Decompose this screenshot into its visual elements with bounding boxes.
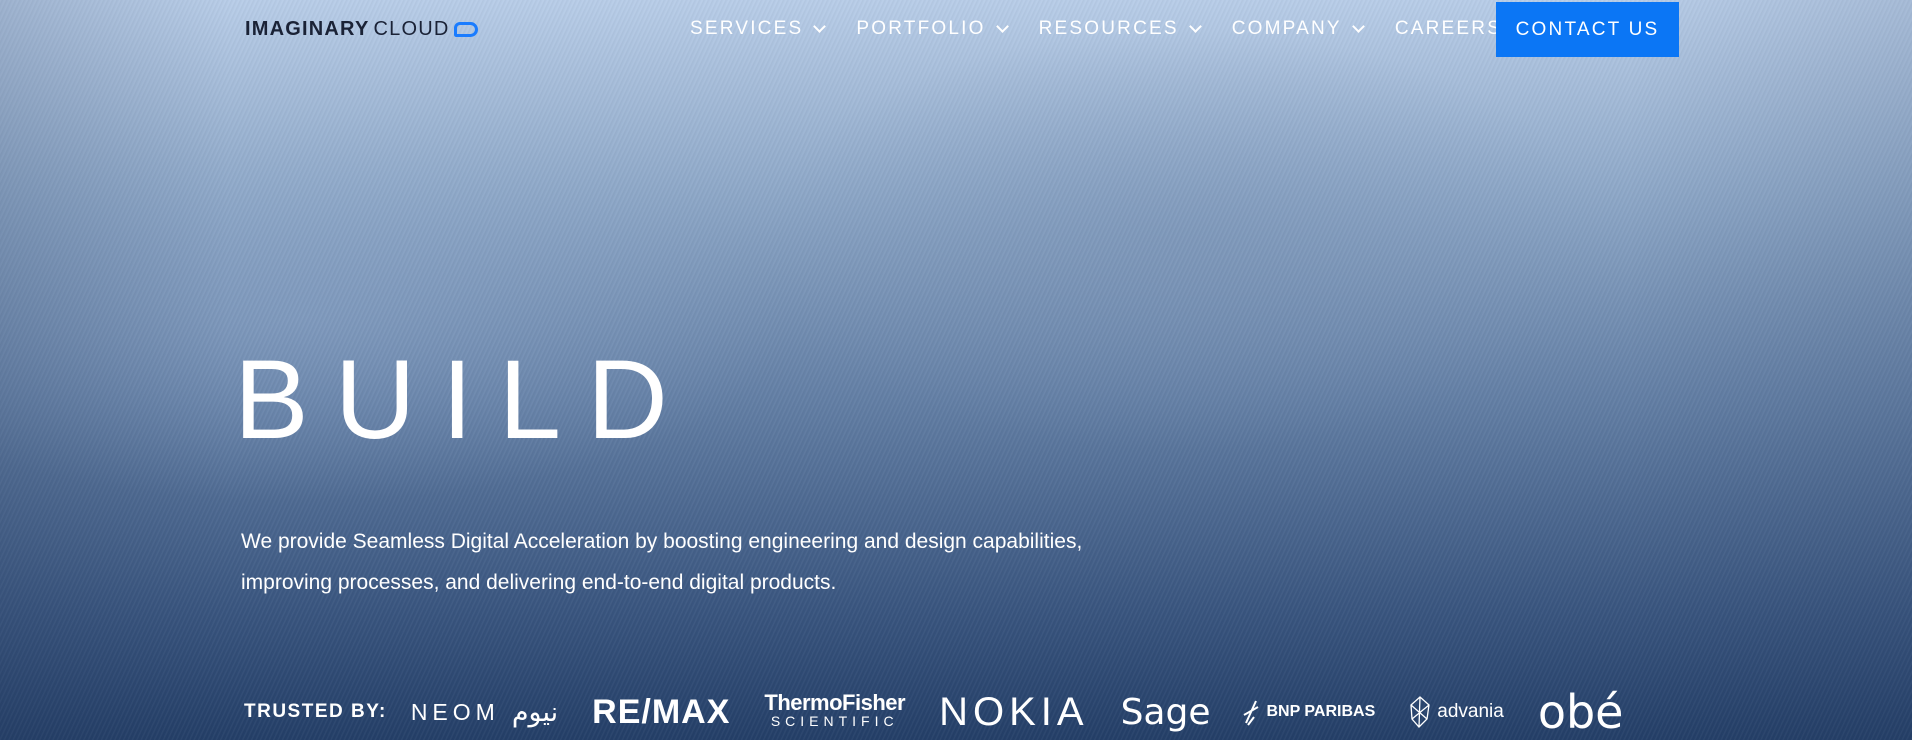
bnp-paribas-wordmark: BNP PARIBAS	[1266, 703, 1376, 720]
nav-company[interactable]: COMPANY	[1231, 17, 1365, 40]
geometric-head-icon	[1410, 696, 1430, 728]
nav-portfolio-label: PORTFOLIO	[856, 17, 986, 39]
cloud-bubble-icon	[453, 21, 478, 37]
client-logo-advania: advania	[1407, 695, 1504, 729]
client-logo-bnp-paribas: BNP PARIBAS	[1242, 697, 1375, 727]
client-logo-neom-arabic: نيوم	[511, 696, 559, 728]
main-nav: SERVICES PORTFOLIO RESOURCES COMPANY CAR…	[690, 0, 1528, 57]
logo-word-imaginary: IMAGINARY	[245, 17, 370, 40]
chevron-down-icon	[995, 19, 1009, 33]
hero-subtitle: We provide Seamless Digital Acceleration…	[241, 521, 1141, 603]
thermo-fisher-scientific: SCIENTIFIC	[770, 713, 899, 729]
nav-services-label: SERVICES	[690, 17, 804, 39]
client-logo-sage: Sage	[1120, 691, 1211, 733]
nav-portfolio[interactable]: PORTFOLIO	[856, 17, 1009, 40]
contact-us-button[interactable]: CONTACT US	[1496, 2, 1679, 57]
chevron-down-icon	[1351, 19, 1365, 33]
nav-careers[interactable]: CAREERS	[1395, 18, 1502, 40]
logo-word-cloud: CLOUD	[373, 17, 450, 40]
stars-icon	[1243, 700, 1259, 726]
trusted-by-label: TRUSTED BY:	[244, 701, 387, 722]
client-logo-nokia: NOKIA	[939, 689, 1089, 734]
client-logo-obe: obé	[1537, 685, 1624, 739]
imaginary-cloud-logo[interactable]: IMAGINARY CLOUD	[245, 17, 478, 41]
nav-resources[interactable]: RESOURCES	[1038, 17, 1202, 40]
trusted-by-strip: TRUSTED BY: NEOM نيوم RE/MAX ThermoFishe…	[244, 685, 1623, 739]
nav-careers-label: CAREERS	[1394, 17, 1503, 39]
hero-subtitle-line-1: We provide Seamless Digital Acceleration…	[241, 530, 1083, 553]
advania-wordmark: advania	[1437, 701, 1504, 722]
nav-services[interactable]: SERVICES	[690, 17, 827, 40]
thermo-fisher-wordmark: ThermoFisher	[764, 690, 906, 715]
site-header: IMAGINARY CLOUD SERVICES PORTFOLIO RESOU…	[0, 0, 1912, 58]
client-logo-remax: RE/MAX	[592, 692, 731, 731]
nav-company-label: COMPANY	[1231, 17, 1342, 39]
hero-title: BUILD	[234, 337, 694, 462]
hero-subtitle-line-2: improving processes, and delivering end-…	[241, 571, 837, 594]
client-logo-thermo-fisher: ThermoFisher SCIENTIFIC	[764, 690, 906, 730]
chevron-down-icon	[1188, 19, 1202, 33]
chevron-down-icon	[813, 19, 827, 33]
client-logo-neom: NEOM	[410, 698, 500, 725]
nav-resources-label: RESOURCES	[1038, 17, 1179, 39]
